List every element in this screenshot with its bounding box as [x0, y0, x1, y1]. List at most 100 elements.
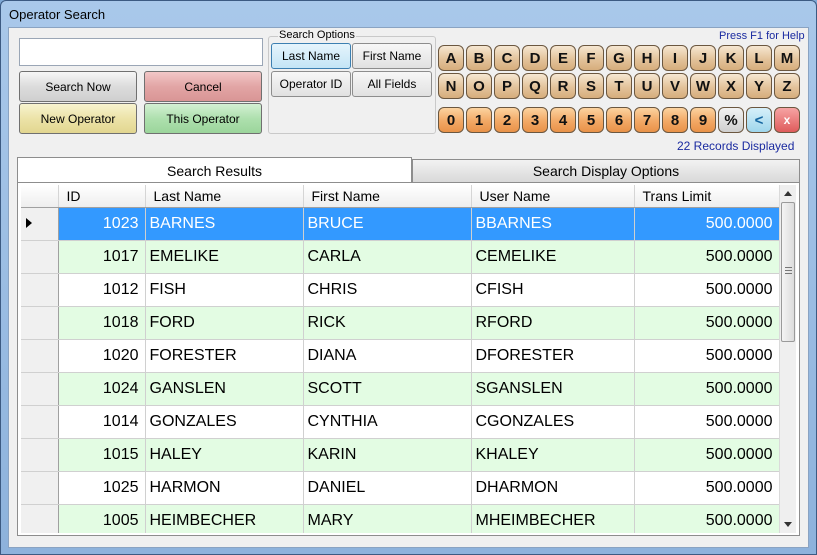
- column-header-last-name[interactable]: Last Name: [145, 185, 304, 208]
- cell-trans-limit[interactable]: 500.0000: [634, 405, 779, 439]
- cell-user-name[interactable]: DFORESTER: [471, 339, 635, 373]
- cell-last-name[interactable]: BARNES: [145, 207, 304, 241]
- cell-trans-limit[interactable]: 500.0000: [634, 240, 779, 274]
- cell-first-name[interactable]: DIANA: [303, 339, 472, 373]
- cell-first-name[interactable]: CHRIS: [303, 273, 472, 307]
- key-e[interactable]: E: [550, 45, 576, 71]
- cell-first-name[interactable]: SCOTT: [303, 372, 472, 406]
- key-t[interactable]: T: [606, 73, 632, 99]
- cell-first-name[interactable]: KARIN: [303, 438, 472, 472]
- cell-user-name[interactable]: CFISH: [471, 273, 635, 307]
- cell-id[interactable]: 1014: [58, 405, 146, 439]
- search-input[interactable]: [19, 38, 263, 66]
- scroll-thumb[interactable]: [781, 202, 795, 342]
- cell-id[interactable]: 1015: [58, 438, 146, 472]
- cell-first-name[interactable]: CYNTHIA: [303, 405, 472, 439]
- cell-user-name[interactable]: DHARMON: [471, 471, 635, 505]
- row-selector[interactable]: [21, 306, 59, 340]
- key-2[interactable]: 2: [494, 107, 520, 133]
- key-g[interactable]: G: [606, 45, 632, 71]
- key-k[interactable]: K: [718, 45, 744, 71]
- key-8[interactable]: 8: [662, 107, 688, 133]
- column-header-trans-limit[interactable]: Trans Limit: [634, 185, 779, 208]
- key-r[interactable]: R: [550, 73, 576, 99]
- cell-user-name[interactable]: RFORD: [471, 306, 635, 340]
- key-9[interactable]: 9: [690, 107, 716, 133]
- key-a[interactable]: A: [438, 45, 464, 71]
- cell-last-name[interactable]: EMELIKE: [145, 240, 304, 274]
- operator-id-option-button[interactable]: Operator ID: [271, 71, 351, 97]
- cell-id[interactable]: 1024: [58, 372, 146, 406]
- key-q[interactable]: Q: [522, 73, 548, 99]
- table-row[interactable]: 1023 BARNES BRUCE BBARNES 500.0000: [21, 207, 779, 241]
- all-fields-option-button[interactable]: All Fields: [352, 71, 432, 97]
- cell-id[interactable]: 1018: [58, 306, 146, 340]
- key-c[interactable]: C: [494, 45, 520, 71]
- key-u[interactable]: U: [634, 73, 660, 99]
- table-row[interactable]: 1018 FORD RICK RFORD 500.0000: [21, 306, 779, 340]
- key-h[interactable]: H: [634, 45, 660, 71]
- table-row[interactable]: 1025 HARMON DANIEL DHARMON 500.0000: [21, 471, 779, 505]
- cell-trans-limit[interactable]: 500.0000: [634, 273, 779, 307]
- key-m[interactable]: M: [774, 45, 800, 71]
- key-n[interactable]: N: [438, 73, 464, 99]
- table-row[interactable]: 1012 FISH CHRIS CFISH 500.0000: [21, 273, 779, 307]
- key-p[interactable]: P: [494, 73, 520, 99]
- cell-id[interactable]: 1012: [58, 273, 146, 307]
- row-selector[interactable]: [21, 207, 59, 241]
- cell-last-name[interactable]: GONZALES: [145, 405, 304, 439]
- vertical-scrollbar[interactable]: [779, 185, 796, 533]
- column-header-user-name[interactable]: User Name: [471, 185, 635, 208]
- last-name-option-button[interactable]: Last Name: [271, 43, 351, 69]
- cell-first-name[interactable]: RICK: [303, 306, 472, 340]
- table-row[interactable]: 1005 HEIMBECHER MARY MHEIMBECHER 500.0000: [21, 504, 779, 533]
- cell-user-name[interactable]: CEMELIKE: [471, 240, 635, 274]
- cell-trans-limit[interactable]: 500.0000: [634, 438, 779, 472]
- cell-last-name[interactable]: HALEY: [145, 438, 304, 472]
- key-d[interactable]: D: [522, 45, 548, 71]
- scroll-up-arrow-icon[interactable]: [784, 191, 792, 196]
- key-4[interactable]: 4: [550, 107, 576, 133]
- scroll-down-arrow-icon[interactable]: [784, 522, 792, 527]
- column-header-first-name[interactable]: First Name: [303, 185, 472, 208]
- key-x[interactable]: X: [718, 73, 744, 99]
- row-selector[interactable]: [21, 471, 59, 505]
- table-row[interactable]: 1020 FORESTER DIANA DFORESTER 500.0000: [21, 339, 779, 373]
- key-i[interactable]: I: [662, 45, 688, 71]
- cell-last-name[interactable]: HARMON: [145, 471, 304, 505]
- cell-first-name[interactable]: BRUCE: [303, 207, 472, 241]
- table-row[interactable]: 1024 GANSLEN SCOTT SGANSLEN 500.0000: [21, 372, 779, 406]
- key-percent[interactable]: %: [718, 107, 744, 133]
- cell-user-name[interactable]: KHALEY: [471, 438, 635, 472]
- cell-last-name[interactable]: GANSLEN: [145, 372, 304, 406]
- tab-search-display-options[interactable]: Search Display Options: [412, 159, 800, 183]
- column-header-id[interactable]: ID: [58, 185, 146, 208]
- cell-id[interactable]: 1017: [58, 240, 146, 274]
- cell-trans-limit[interactable]: 500.0000: [634, 372, 779, 406]
- cell-last-name[interactable]: FORESTER: [145, 339, 304, 373]
- new-operator-button[interactable]: New Operator: [19, 103, 137, 134]
- cell-last-name[interactable]: HEIMBECHER: [145, 504, 304, 533]
- key-f[interactable]: F: [578, 45, 604, 71]
- key-b[interactable]: B: [466, 45, 492, 71]
- row-selector[interactable]: [21, 405, 59, 439]
- cell-last-name[interactable]: FORD: [145, 306, 304, 340]
- cell-id[interactable]: 1025: [58, 471, 146, 505]
- row-selector[interactable]: [21, 504, 59, 533]
- key-3[interactable]: 3: [522, 107, 548, 133]
- table-row[interactable]: 1014 GONZALES CYNTHIA CGONZALES 500.0000: [21, 405, 779, 439]
- table-row[interactable]: 1017 EMELIKE CARLA CEMELIKE 500.0000: [21, 240, 779, 274]
- key-j[interactable]: J: [690, 45, 716, 71]
- cell-first-name[interactable]: MARY: [303, 504, 472, 533]
- key-7[interactable]: 7: [634, 107, 660, 133]
- key-y[interactable]: Y: [746, 73, 772, 99]
- cancel-button[interactable]: Cancel: [144, 71, 262, 102]
- this-operator-button[interactable]: This Operator: [144, 103, 262, 134]
- cell-trans-limit[interactable]: 500.0000: [634, 207, 779, 241]
- first-name-option-button[interactable]: First Name: [352, 43, 432, 69]
- key-o[interactable]: O: [466, 73, 492, 99]
- row-selector[interactable]: [21, 339, 59, 373]
- cell-user-name[interactable]: MHEIMBECHER: [471, 504, 635, 533]
- cell-first-name[interactable]: DANIEL: [303, 471, 472, 505]
- tab-search-results[interactable]: Search Results: [17, 157, 412, 183]
